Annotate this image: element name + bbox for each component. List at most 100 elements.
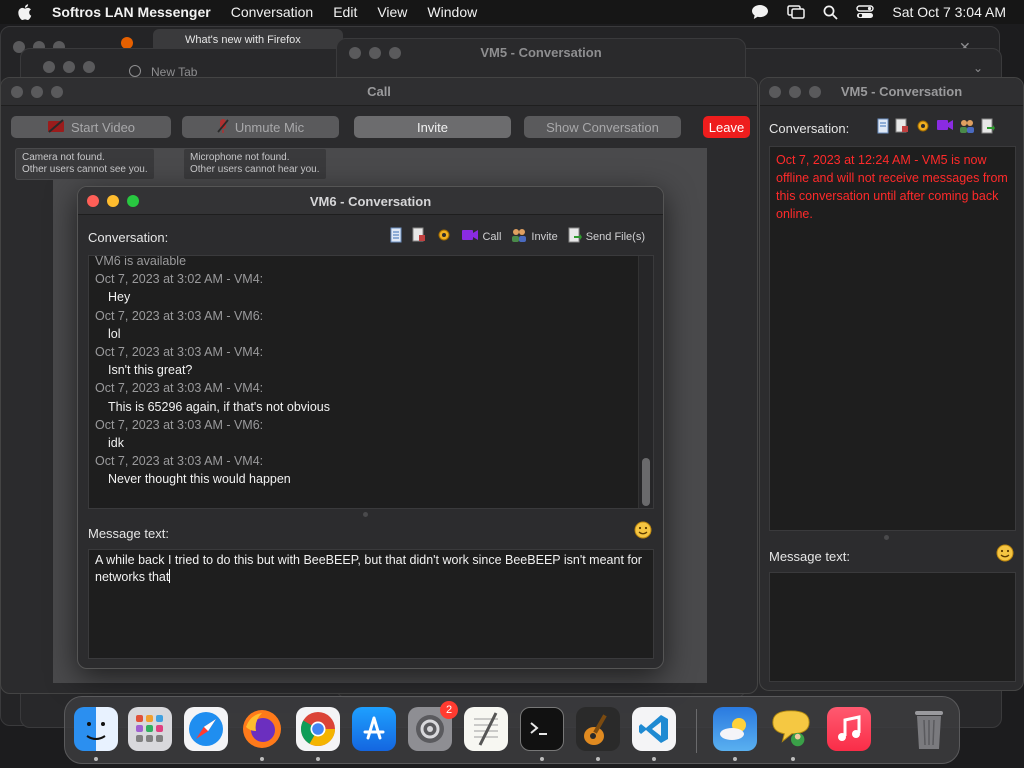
microphone-tooltip-line-1: Microphone not found. (190, 152, 290, 163)
call-button[interactable]: Call (462, 229, 501, 244)
camera-tooltip-line-2: Other users cannot see you. (22, 164, 148, 175)
gear-icon[interactable] (915, 118, 931, 139)
save-conversation-button[interactable] (412, 227, 426, 246)
vm5-titlebar[interactable]: VM5 - Conversation (760, 78, 1023, 106)
splitter-handle[interactable] (363, 512, 368, 517)
launchpad-icon[interactable] (128, 707, 172, 751)
message-body: lol (108, 326, 121, 341)
camera-tooltip-line-1: Camera not found. (22, 152, 105, 163)
menu-bar: Softros LAN Messenger Conversation Edit … (0, 0, 1024, 24)
users-icon (511, 227, 527, 246)
window-title: VM5 - Conversation (480, 45, 602, 60)
emoji-icon[interactable] (634, 521, 652, 544)
users-icon[interactable] (959, 118, 975, 139)
message-list: VM6 is available Oct 7, 2023 at 3:02 AM -… (95, 255, 635, 488)
safari-icon[interactable] (184, 707, 228, 751)
firefox-icon[interactable] (240, 707, 284, 751)
search-icon[interactable] (823, 5, 839, 20)
message-meta: VM6 is available (95, 255, 187, 268)
running-indicator (260, 757, 264, 761)
conversation-scrollbar[interactable] (638, 256, 653, 508)
system-settings-icon[interactable]: 2 (408, 701, 458, 751)
chrome-icon[interactable] (296, 707, 340, 751)
garageband-icon[interactable] (576, 707, 620, 751)
running-indicator (733, 757, 737, 761)
message-meta: Oct 7, 2023 at 3:03 AM - VM4: (95, 454, 264, 469)
file-send-icon (568, 227, 582, 246)
new-tab-icon (129, 65, 141, 77)
softros-messenger-icon[interactable] (769, 707, 813, 751)
start-video-button[interactable]: Start Video (11, 116, 171, 138)
conversation-toolbar: Call Invite Send File(s) (390, 227, 645, 246)
microphone-tooltip-line-2: Other users cannot hear you. (190, 164, 320, 175)
message-body: idk (108, 435, 124, 450)
call-window-title: Call (367, 84, 391, 99)
weather-icon[interactable] (713, 707, 757, 751)
menu-edit[interactable]: Edit (333, 4, 357, 20)
file-send-icon[interactable] (981, 118, 995, 139)
text-caret (169, 569, 171, 583)
menu-conversation[interactable]: Conversation (231, 4, 314, 20)
message-meta: Oct 7, 2023 at 3:03 AM - VM4: (95, 381, 264, 396)
vm6-conversation-window: VM6 - Conversation Conversation: Call In… (77, 186, 664, 669)
document-icon[interactable] (877, 118, 889, 139)
notification-badge: 2 (440, 701, 458, 719)
conversation-label: Conversation: (88, 230, 169, 245)
call-titlebar[interactable]: Call (1, 78, 757, 106)
message-body: Never thought this would happen (108, 472, 291, 487)
start-video-label: Start Video (70, 119, 136, 135)
terminal-icon[interactable] (520, 707, 564, 751)
unmute-mic-button[interactable]: Unmute Mic (182, 116, 339, 138)
music-icon[interactable] (827, 707, 871, 751)
show-conversation-label: Show Conversation (546, 119, 659, 135)
chat-bubble-icon[interactable] (751, 4, 769, 20)
message-text-label: Message text: (769, 549, 850, 564)
call-label: Call (482, 230, 502, 243)
leave-label: Leave (708, 119, 745, 135)
document-save-icon[interactable] (895, 118, 909, 139)
vm6-window-title: VM6 - Conversation (309, 194, 432, 209)
window-controls (43, 61, 95, 73)
menu-window[interactable]: Window (427, 4, 477, 20)
running-indicator (791, 757, 795, 761)
apple-menu-icon[interactable] (18, 4, 38, 20)
send-files-button[interactable]: Send File(s) (568, 227, 645, 246)
running-indicator (596, 757, 600, 761)
vscode-icon[interactable] (632, 707, 676, 751)
conversation-label: Conversation: (769, 121, 850, 136)
vm5-conversation-history[interactable]: Oct 7, 2023 at 12:24 AM - VM5 is now off… (769, 146, 1016, 531)
conversation-history[interactable]: VM6 is available Oct 7, 2023 at 3:02 AM -… (88, 255, 654, 509)
app-store-icon[interactable] (352, 707, 396, 751)
document-icon (390, 227, 402, 246)
menu-app-name[interactable]: Softros LAN Messenger (52, 4, 211, 20)
message-draft-text: A while back I tried to do this but with… (95, 553, 642, 584)
vm5-message-input[interactable] (769, 572, 1016, 682)
vm6-titlebar[interactable]: VM6 - Conversation (78, 187, 663, 215)
emoji-icon[interactable] (996, 544, 1014, 567)
settings-button[interactable] (436, 227, 452, 246)
document-save-icon (412, 227, 426, 246)
message-input[interactable]: A while back I tried to do this but with… (88, 549, 654, 659)
textedit-icon[interactable] (464, 707, 508, 751)
menu-view[interactable]: View (377, 4, 407, 20)
show-conversation-button[interactable]: Show Conversation (524, 116, 681, 138)
camera-tooltip: Camera not found. Other users cannot see… (15, 148, 155, 180)
menubar-clock[interactable]: Sat Oct 7 3:04 AM (892, 4, 1006, 20)
invite-users-button[interactable]: Invite (511, 227, 558, 246)
finder-icon[interactable] (74, 707, 118, 751)
vm5-window-title: VM5 - Conversation (840, 84, 963, 99)
history-button[interactable] (390, 227, 402, 246)
vm5-toolbar (877, 118, 995, 139)
control-center-icon[interactable] (856, 5, 875, 19)
screen-mirroring-icon[interactable] (787, 5, 806, 19)
splitter-handle[interactable] (884, 535, 889, 540)
message-meta: Oct 7, 2023 at 3:03 AM - VM6: (95, 417, 264, 432)
message-meta: Oct 7, 2023 at 3:03 AM - VM4: (95, 344, 264, 359)
invite-button[interactable]: Invite (354, 116, 511, 138)
scrollbar-thumb[interactable] (642, 458, 650, 506)
chevron-down-icon[interactable]: ⌄ (973, 61, 983, 75)
leave-button[interactable]: Leave (703, 116, 750, 138)
video-camera-icon[interactable] (937, 118, 953, 139)
trash-icon[interactable] (907, 707, 951, 751)
message-meta: Oct 7, 2023 at 3:02 AM - VM4: (95, 272, 264, 287)
